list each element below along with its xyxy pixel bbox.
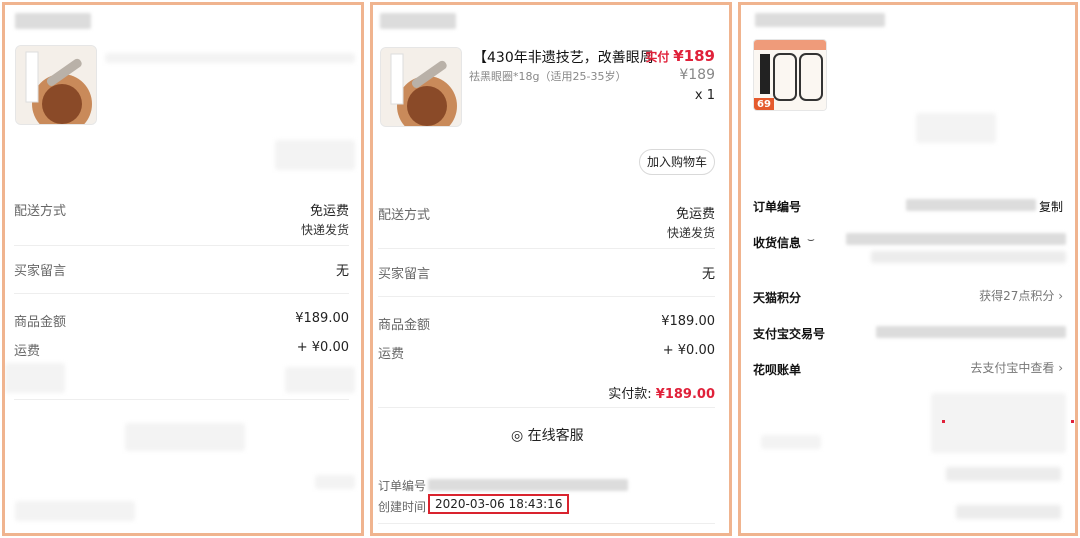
red-dot: [942, 420, 945, 423]
divider: [378, 407, 715, 408]
product-thumbnail[interactable]: [15, 45, 97, 125]
created-time-label: 创建时间: [378, 500, 427, 514]
huabei-value: 去支付宝中查看: [970, 361, 1055, 375]
quantity: x 1: [694, 88, 715, 103]
address-blurred: [846, 233, 1066, 245]
button-blurred: [275, 140, 355, 170]
product-thumbnail[interactable]: 69: [753, 39, 827, 111]
created-time-value: 2020-03-06 18:43:16: [428, 494, 570, 514]
add-to-cart-button[interactable]: 加入购物车: [639, 149, 715, 175]
shipping-label: 运费: [378, 347, 405, 362]
store-name-blurred: [15, 13, 91, 29]
paid-prefix: 实付: [645, 50, 670, 64]
order-panel-middle: 【430年非遗技艺，改善眼周... 实付 ¥189 祛黑眼圈*18g（适用25-…: [370, 2, 732, 536]
shipping-value: + ¥0.00: [296, 340, 349, 355]
blurred-region: [315, 475, 355, 489]
points-link[interactable]: 获得27点积分 ›: [979, 287, 1063, 304]
order-number-blurred: [428, 479, 628, 491]
alipay-trade-label: 支付宝交易号: [753, 327, 826, 341]
product-image: [381, 48, 461, 126]
blurred-region: [15, 501, 135, 521]
red-dot: [1071, 420, 1074, 423]
delivery-value: 免运费: [309, 204, 349, 219]
blurred-region: [285, 367, 355, 393]
divider: [378, 296, 715, 297]
product-title-blurred: [105, 53, 355, 63]
delivery-sub: 快递发货: [666, 226, 715, 240]
product-thumbnail[interactable]: [380, 47, 462, 127]
divider: [378, 523, 715, 524]
unit-price: ¥189: [679, 67, 715, 83]
shipping-value: + ¥0.00: [662, 343, 715, 358]
chevron-right-icon: ›: [1058, 289, 1063, 303]
copy-button[interactable]: 复制: [1039, 198, 1063, 215]
amount-value: ¥189.00: [295, 311, 349, 326]
service-label: 在线客服: [527, 428, 584, 444]
huabei-label: 花呗账单: [753, 363, 802, 377]
blurred-region: [916, 113, 996, 143]
points-value: 获得27点积分: [979, 289, 1055, 303]
total-label: 实付款:: [608, 387, 652, 402]
paid-price: ¥189: [673, 47, 715, 65]
product-image: [16, 46, 96, 124]
amount-value: ¥189.00: [661, 314, 715, 329]
note-label: 买家留言: [378, 267, 431, 282]
store-name-blurred: [380, 13, 456, 29]
divider: [14, 399, 349, 400]
order-number-label: 订单编号: [378, 479, 427, 493]
order-number-blurred: [906, 199, 1036, 211]
chevron-down-icon[interactable]: ⌣: [807, 232, 815, 247]
delivery-value: 免运费: [675, 207, 715, 222]
note-value: 无: [335, 264, 349, 279]
price-badge: 69: [757, 99, 771, 110]
shipping-label: 运费: [14, 344, 41, 359]
blurred-region: [946, 467, 1061, 481]
product-spec: 祛黑眼圈*18g（适用25-35岁）: [469, 70, 627, 83]
alipay-trade-blurred: [876, 326, 1066, 338]
delivery-label: 配送方式: [378, 208, 431, 223]
headset-icon: ◎: [511, 428, 524, 444]
order-panel-left: 配送方式 免运费 快递发货 买家留言 无 商品金额 ¥189.00 运费 + ¥…: [2, 2, 364, 536]
amount-label: 商品金额: [14, 315, 67, 330]
blurred-region: [761, 435, 821, 449]
order-number-label: 订单编号: [753, 200, 802, 214]
total-block: 实付款: ¥189.00: [608, 383, 715, 402]
delivery-sub: 快递发货: [300, 223, 349, 237]
note-label: 买家留言: [14, 264, 67, 279]
divider: [14, 245, 349, 246]
total-value: ¥189.00: [655, 387, 715, 402]
store-name-blurred: [755, 13, 885, 27]
chevron-right-icon: ›: [1058, 361, 1063, 375]
blurred-region: [956, 505, 1061, 519]
huabei-link[interactable]: 去支付宝中查看 ›: [970, 359, 1063, 376]
blurred-region: [125, 423, 245, 451]
divider: [14, 293, 349, 294]
divider: [378, 248, 715, 249]
delivery-label: 配送方式: [14, 204, 67, 219]
product-title[interactable]: 【430年非遗技艺，改善眼周...: [473, 47, 653, 67]
amount-label: 商品金额: [378, 318, 431, 333]
blurred-region: [5, 363, 65, 393]
order-panel-right: 69 订单编号 复制 收货信息 ⌣ 天猫积分 获得27点积分 › 支付宝交易号 …: [738, 2, 1078, 536]
note-value: 无: [701, 267, 715, 282]
points-label: 天猫积分: [753, 291, 802, 305]
paid-price-block: 实付 ¥189: [645, 47, 715, 65]
address-label: 收货信息: [753, 236, 802, 250]
online-service-button[interactable]: ◎ 在线客服: [511, 425, 584, 445]
blurred-region: [931, 393, 1066, 453]
address-blurred: [871, 251, 1066, 263]
